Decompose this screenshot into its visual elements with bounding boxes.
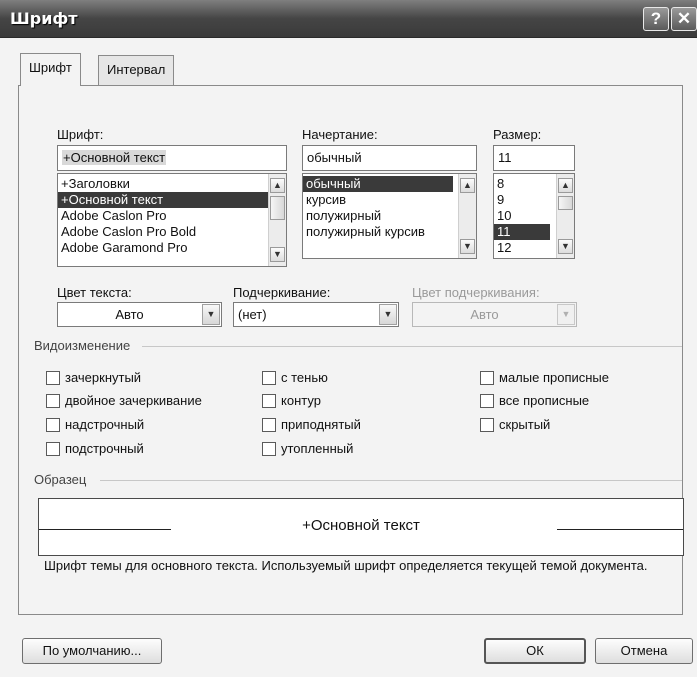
checkbox-shadow[interactable]: с тенью	[262, 369, 328, 385]
style-list-scrollbar[interactable]: ▲ ▼	[458, 174, 476, 258]
font-list-rows: +Заголовки +Основной текст Adobe Caslon …	[58, 174, 286, 256]
checkbox-icon[interactable]	[262, 441, 276, 456]
tab-spacing[interactable]: Интервал	[98, 55, 175, 86]
underline-label: Подчеркивание:	[233, 285, 331, 300]
checkbox-icon[interactable]	[262, 370, 276, 385]
cancel-button[interactable]: Отмена	[595, 638, 693, 664]
underline-color-value: Авто	[470, 307, 499, 322]
checkbox-icon[interactable]	[46, 393, 60, 408]
preview-group-title: Образец	[34, 472, 87, 487]
size-list[interactable]: 8 9 10 11 12 ▲ ▼	[493, 173, 575, 259]
checkbox-all-caps[interactable]: все прописные	[480, 392, 589, 408]
chevron-down-icon[interactable]: ▼	[202, 304, 220, 325]
chevron-down-icon[interactable]: ▼	[379, 304, 397, 325]
scroll-thumb[interactable]	[558, 196, 573, 210]
scroll-up-icon[interactable]: ▲	[558, 178, 573, 193]
list-item[interactable]: +Заголовки	[58, 176, 286, 192]
close-button[interactable]: ✕	[671, 7, 697, 31]
help-button[interactable]: ?	[643, 7, 669, 31]
list-item[interactable]: полужирный	[303, 208, 476, 224]
underline-color-select: Авто ▼	[412, 302, 577, 327]
font-list[interactable]: +Заголовки +Основной текст Adobe Caslon …	[57, 173, 287, 267]
checkbox-double-strikethrough[interactable]: двойное зачеркивание	[46, 392, 202, 408]
style-list[interactable]: обычный курсив полужирный полужирный кур…	[302, 173, 477, 259]
window-title: Шрифт	[10, 9, 78, 28]
scroll-up-icon[interactable]: ▲	[460, 178, 475, 193]
font-label: Шрифт:	[57, 127, 104, 142]
checkbox-emboss[interactable]: приподнятый	[262, 416, 361, 432]
font-color-label: Цвет текста:	[57, 285, 132, 300]
checkbox-icon[interactable]	[262, 417, 276, 432]
underline-select[interactable]: (нет) ▼	[233, 302, 399, 327]
font-input[interactable]: +Основной текст	[57, 145, 287, 171]
set-default-button[interactable]: По умолчанию...	[22, 638, 162, 664]
checkbox-strikethrough[interactable]: зачеркнутый	[46, 369, 141, 385]
tab-font[interactable]: Шрифт	[20, 53, 81, 86]
underline-value: (нет)	[238, 307, 267, 322]
font-color-value: Авто	[115, 307, 144, 322]
ok-button[interactable]: ОК	[484, 638, 586, 664]
scroll-thumb[interactable]	[270, 196, 285, 220]
effects-group-title: Видоизменение	[34, 338, 131, 353]
font-list-scrollbar[interactable]: ▲ ▼	[268, 174, 286, 266]
checkbox-engrave[interactable]: утопленный	[262, 440, 353, 456]
checkbox-icon[interactable]	[46, 417, 60, 432]
list-item[interactable]: 11	[494, 224, 550, 240]
preview-description: Шрифт темы для основного текста. Использ…	[44, 558, 648, 573]
size-input[interactable]: 11	[493, 145, 575, 171]
scroll-down-icon[interactable]: ▼	[270, 247, 285, 262]
checkbox-icon[interactable]	[46, 370, 60, 385]
size-list-scrollbar[interactable]: ▲ ▼	[556, 174, 574, 258]
size-label: Размер:	[493, 127, 542, 142]
preview-box: +Основной текст	[38, 498, 684, 556]
checkbox-subscript[interactable]: подстрочный	[46, 440, 144, 456]
scroll-down-icon[interactable]: ▼	[558, 239, 573, 254]
checkbox-icon[interactable]	[262, 393, 276, 408]
scroll-down-icon[interactable]: ▼	[460, 239, 475, 254]
list-item[interactable]: Adobe Caslon Pro Bold	[58, 224, 286, 240]
list-item[interactable]: Adobe Garamond Pro	[58, 240, 286, 256]
preview-text: +Основной текст	[302, 517, 420, 534]
scroll-up-icon[interactable]: ▲	[270, 178, 285, 193]
chevron-down-icon: ▼	[557, 304, 575, 325]
preview-divider	[100, 480, 682, 481]
checkbox-hidden[interactable]: скрытый	[480, 416, 550, 432]
checkbox-superscript[interactable]: надстрочный	[46, 416, 144, 432]
list-item[interactable]: полужирный курсив	[303, 224, 476, 240]
font-input-value: +Основной текст	[62, 150, 167, 165]
checkbox-small-caps[interactable]: малые прописные	[480, 369, 609, 385]
underline-color-label: Цвет подчеркивания:	[412, 285, 540, 300]
style-input[interactable]: обычный	[302, 145, 477, 171]
font-color-select[interactable]: Авто ▼	[57, 302, 222, 327]
effects-divider	[142, 346, 682, 347]
list-item[interactable]: Adobe Caslon Pro	[58, 208, 286, 224]
list-item[interactable]: обычный	[303, 176, 453, 192]
checkbox-icon[interactable]	[46, 441, 60, 456]
checkbox-icon[interactable]	[480, 370, 494, 385]
list-item[interactable]: курсив	[303, 192, 476, 208]
title-bar: Шрифт ? ✕	[0, 0, 697, 38]
checkbox-outline[interactable]: контур	[262, 392, 321, 408]
style-label: Начертание:	[302, 127, 378, 142]
checkbox-icon[interactable]	[480, 417, 494, 432]
checkbox-icon[interactable]	[480, 393, 494, 408]
style-list-rows: обычный курсив полужирный полужирный кур…	[303, 174, 476, 240]
list-item[interactable]: +Основной текст	[58, 192, 286, 208]
